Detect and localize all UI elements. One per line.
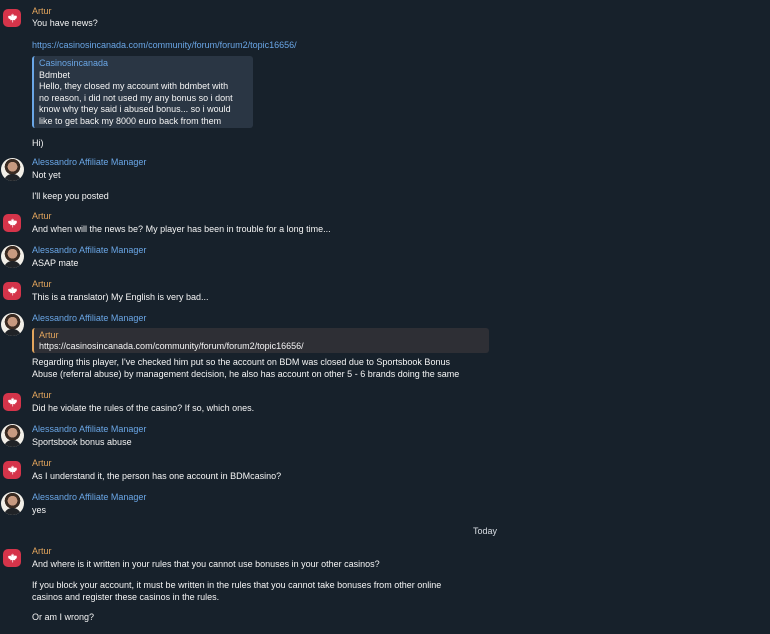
sender-name-artur[interactable]: Artur xyxy=(32,458,52,469)
alessandro-avatar[interactable] xyxy=(1,492,24,515)
message-text: And where is it written in your rules th… xyxy=(32,559,380,569)
sender-name-alessandro[interactable]: Alessandro Affiliate Manager xyxy=(32,424,146,435)
message-text: Or am I wrong? xyxy=(32,612,95,622)
artur-avatar[interactable] xyxy=(3,549,21,567)
reply-quote-text: https://casinosincanada.com/community/fo… xyxy=(39,341,304,351)
link-preview-line: like to get back my 8000 euro back from … xyxy=(39,115,222,126)
artur-avatar[interactable] xyxy=(3,9,21,27)
sender-name-alessandro[interactable]: Alessandro Affiliate Manager xyxy=(32,157,146,168)
date-separator: Today xyxy=(473,526,498,536)
message-text: Abuse (referral abuse) by management dec… xyxy=(32,369,460,379)
message-text: yes xyxy=(32,505,47,515)
link-preview-site: Casinosincanada xyxy=(39,58,109,68)
message-text: This is a translator) My English is very… xyxy=(32,292,209,302)
sender-name-alessandro[interactable]: Alessandro Affiliate Manager xyxy=(32,492,146,503)
sender-name-alessandro[interactable]: Alessandro Affiliate Manager xyxy=(32,245,146,256)
maple-leaf-icon xyxy=(7,286,18,296)
sender-name-artur[interactable]: Artur xyxy=(32,390,52,401)
message-text: Regarding this player, I've checked him … xyxy=(32,357,450,367)
message-text: Did he violate the rules of the casino? … xyxy=(32,403,255,413)
message-text: casinos and register these casinos in th… xyxy=(32,592,220,602)
link-preview[interactable]: Casinosincanada Bdmbet Hello, they close… xyxy=(32,56,253,128)
link-preview-line: know why they said i abused bonus... so … xyxy=(39,104,231,114)
message-text: As I understand it, the person has one a… xyxy=(32,471,282,481)
sender-name-artur[interactable]: Artur xyxy=(32,6,52,17)
sender-name-alessandro[interactable]: Alessandro Affiliate Manager xyxy=(32,313,146,324)
message-text: Hi) xyxy=(32,138,44,148)
reply-quote[interactable]: Artur https://casinosincanada.com/commun… xyxy=(32,328,489,353)
message-text: And when will the news be? My player has… xyxy=(32,224,331,234)
maple-leaf-icon xyxy=(7,218,18,228)
maple-leaf-icon xyxy=(7,553,18,563)
link-preview-title: Bdmbet xyxy=(39,69,71,80)
sender-name-artur[interactable]: Artur xyxy=(32,211,52,222)
sender-name-artur[interactable]: Artur xyxy=(32,546,52,557)
artur-avatar[interactable] xyxy=(3,214,21,232)
alessandro-avatar[interactable] xyxy=(1,245,24,268)
maple-leaf-icon xyxy=(7,397,18,407)
message-text: Sportsbook bonus abuse xyxy=(32,437,132,447)
message-text: If you block your account, it must be wr… xyxy=(32,580,442,590)
artur-avatar[interactable] xyxy=(3,461,21,479)
maple-leaf-icon xyxy=(7,13,18,23)
reply-quote-author: Artur xyxy=(39,330,59,340)
forum-link[interactable]: https://casinosincanada.com/community/fo… xyxy=(32,40,297,52)
artur-avatar[interactable] xyxy=(3,282,21,300)
message-text: I'll keep you posted xyxy=(32,191,109,201)
message-text: You have news? xyxy=(32,18,98,28)
sender-name-artur[interactable]: Artur xyxy=(32,279,52,290)
message-text: Not yet xyxy=(32,170,61,180)
maple-leaf-icon xyxy=(7,465,18,475)
artur-avatar[interactable] xyxy=(3,393,21,411)
link-preview-line: no reason, i did not used my any bonus s… xyxy=(39,92,233,103)
link-preview-line: Hello, they closed my account with bdmbe… xyxy=(39,81,229,91)
message-text: ASAP mate xyxy=(32,258,79,268)
alessandro-avatar[interactable] xyxy=(1,424,24,447)
alessandro-avatar[interactable] xyxy=(1,313,24,336)
alessandro-avatar[interactable] xyxy=(1,158,24,181)
